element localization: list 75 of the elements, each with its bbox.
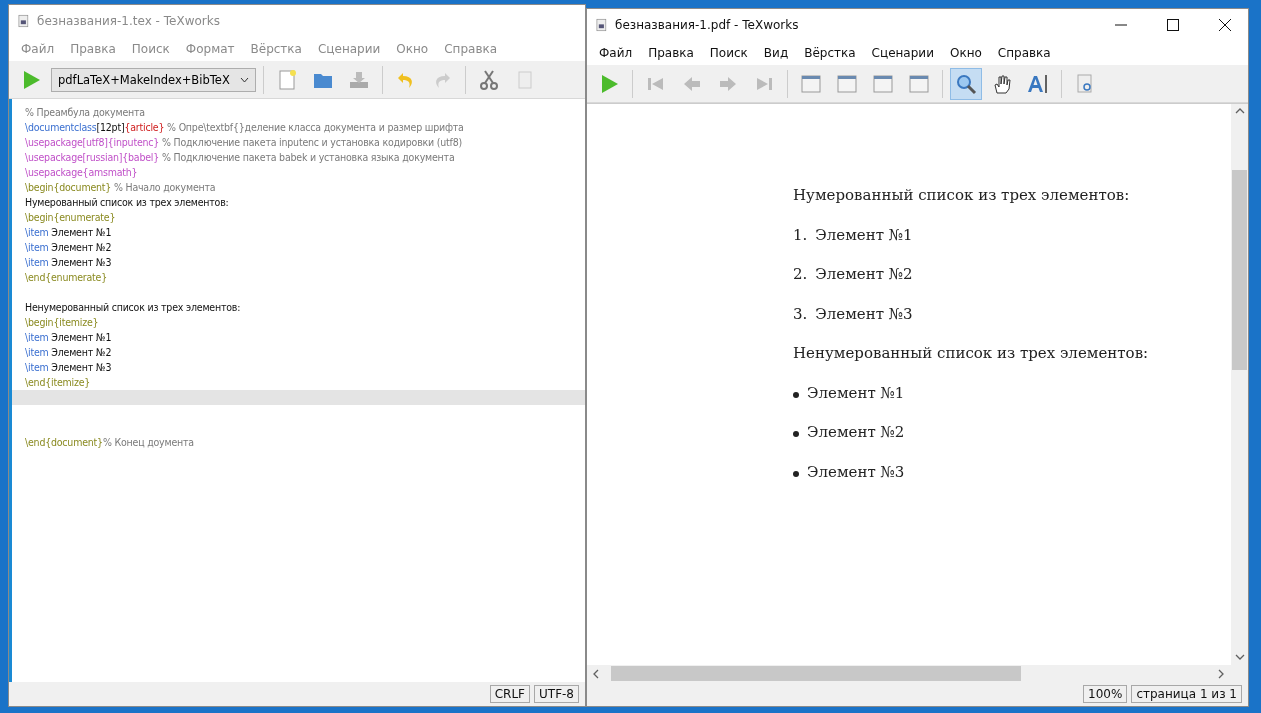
status-field: 100% <box>1083 685 1128 703</box>
code-line: \end{document}% Конец доумента <box>24 435 195 450</box>
code-line: \begin{document} % Начало документа <box>24 180 217 195</box>
bullet-icon <box>793 470 799 477</box>
code-line: \usepackage[russian]{babel} % Подключение пакета babek и установка языка документа <box>24 150 456 165</box>
minimize-icon <box>1115 24 1127 26</box>
code-line: Ненумерованный список из трех элементов: <box>24 300 242 315</box>
magnifier-icon <box>955 72 977 95</box>
menu-item[interactable]: Формат <box>177 42 243 56</box>
list-number: 2. <box>793 265 808 285</box>
menu-item[interactable]: Сценарии <box>863 46 942 60</box>
code-line: \end{enumerate} <box>24 270 108 285</box>
page-layout-icon <box>908 72 930 95</box>
vertical-scrollbar[interactable] <box>1231 104 1248 665</box>
page-text: Нумерованный список из трех элементов: <box>793 186 1131 206</box>
status-field: CRLF <box>489 685 530 703</box>
caret-icon <box>239 76 249 83</box>
bullet-icon <box>793 431 799 437</box>
code-line: \item Элемент №3 <box>24 255 113 270</box>
menu-item[interactable]: Файл <box>13 42 63 56</box>
menu-item[interactable]: Сценарии <box>309 42 389 56</box>
list-number: 1. <box>793 225 808 246</box>
list-item-text: Элемент №1 <box>815 225 913 246</box>
close-icon <box>1219 19 1231 31</box>
list-item-text: Элемент №3 <box>807 462 905 483</box>
code-line: \begin{enumerate} <box>24 210 117 225</box>
code-line: Нумерованный список из трех элементов: <box>24 195 230 210</box>
code-line: \item Элемент №2 <box>24 240 113 255</box>
code-line: \documentclass[12pt]{article} % Опре\textbf{}деление класса документа и размер шрифта <box>24 120 465 135</box>
menu-item[interactable]: Поиск <box>701 46 756 60</box>
menu-item[interactable]: Файл <box>591 46 641 60</box>
list-item-text: Элемент №3 <box>815 304 913 325</box>
hand-icon <box>991 72 1013 95</box>
status-field: страница 1 из 1 <box>1131 685 1242 703</box>
list-number: 3. <box>793 304 808 325</box>
menu-item[interactable]: Вёрстка <box>796 46 864 60</box>
code-line: \item Элемент №1 <box>24 330 113 345</box>
horizontal-scrollbar[interactable] <box>587 665 1248 682</box>
list-item-text: Элемент №2 <box>815 265 913 285</box>
bullet-icon <box>793 391 799 398</box>
code-line: \usepackage{amsmath} <box>24 165 139 180</box>
code-editor[interactable] <box>9 99 585 682</box>
menu-item[interactable]: Справка <box>436 42 506 56</box>
page-layout-icon <box>836 72 858 95</box>
menu-item[interactable]: Правка <box>640 46 702 60</box>
menu-item[interactable]: Справка <box>989 46 1059 60</box>
scroll-thumb[interactable] <box>611 666 1021 681</box>
code-line: \item Элемент №3 <box>24 360 113 375</box>
list-item-text: Элемент №2 <box>807 423 905 443</box>
menu-item[interactable]: Вид <box>755 46 797 60</box>
scroll-thumb[interactable] <box>1232 170 1247 370</box>
code-line: \usepackage[utf8]{inputenc} % Подключение пакета inputenc и установка кодировки (utf8) <box>24 135 463 150</box>
page-layout-icon <box>800 72 822 95</box>
document-icon <box>595 17 609 33</box>
menu-item[interactable]: Поиск <box>123 42 178 56</box>
engine-dropdown[interactable]: pdfLaTeX+MakeIndex+BibTeX <box>51 67 256 92</box>
code-line: \begin{itemize} <box>24 315 100 330</box>
text-select-icon <box>1027 72 1049 95</box>
code-line: \end{itemize} <box>24 375 92 390</box>
page-text: Ненумерованный список из трех элементов: <box>793 344 1150 364</box>
maximize-icon <box>1167 19 1179 31</box>
scissors-icon <box>477 68 500 91</box>
list-item-text: Элемент №1 <box>807 383 905 404</box>
menu-item[interactable]: Окно <box>388 42 437 56</box>
tool-button[interactable] <box>950 67 982 100</box>
status-field: UTF-8 <box>534 685 579 703</box>
code-line: \item Элемент №1 <box>24 225 113 240</box>
page-layout-icon <box>872 72 894 95</box>
document-icon <box>17 13 31 29</box>
code-line: % Преамбула документа <box>24 105 146 120</box>
menu-item[interactable]: Вёрстка <box>242 42 310 56</box>
menu-item[interactable]: Окно <box>941 46 990 60</box>
window-title: безназвания-1.tex - TeXworks <box>37 14 221 28</box>
window-title: безназвания-1.pdf - TeXworks <box>615 18 800 32</box>
code-line: \item Элемент №2 <box>24 345 113 360</box>
